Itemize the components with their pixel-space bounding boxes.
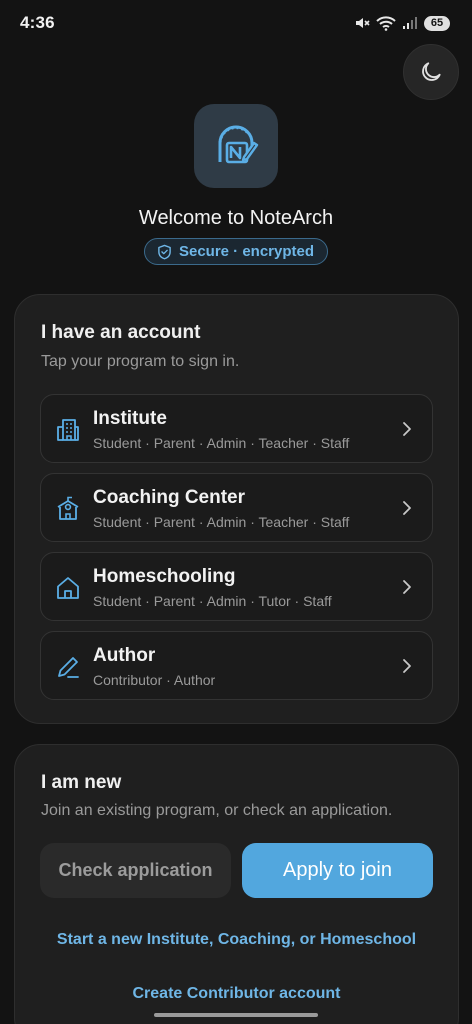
mute-icon	[356, 18, 370, 28]
program-item-institute[interactable]: Institute Student · Parent · Admin · Tea…	[40, 394, 433, 463]
home-icon	[57, 577, 79, 599]
apply-to-join-button[interactable]: Apply to join	[242, 843, 433, 898]
secure-badge-label: Secure · encrypted	[178, 243, 315, 260]
program-item-author[interactable]: Author Contributor · Author	[40, 631, 433, 700]
create-contributor-link[interactable]: Create Contributor account	[15, 985, 458, 1003]
chevron-right-icon	[403, 501, 411, 515]
program-name: Coaching Center	[93, 487, 246, 508]
program-item-homeschooling[interactable]: Homeschooling Student · Parent · Admin ·…	[40, 552, 433, 621]
account-card: I have an account Tap your program to si…	[14, 294, 459, 724]
screen: 4:36 65 Welcome to NoteArch Secure · enc…	[0, 0, 472, 1024]
program-name: Author	[93, 645, 156, 666]
program-name: Homeschooling	[93, 566, 236, 587]
app-logo	[194, 104, 278, 188]
program-roles: Student · Parent · Admin · Tutor · Staff	[93, 593, 332, 609]
pen-icon	[58, 657, 79, 678]
program-item-coaching-center[interactable]: Coaching Center Student · Parent · Admin…	[40, 473, 433, 542]
program-roles: Contributor · Author	[93, 672, 216, 688]
building-icon	[57, 419, 79, 441]
program-roles: Student · Parent · Admin · Teacher · Sta…	[93, 514, 350, 530]
new-user-card: I am new Join an existing program, or ch…	[14, 744, 459, 1024]
secure-badge: Secure · encrypted	[143, 238, 329, 265]
check-application-button[interactable]: Check application	[40, 843, 231, 898]
action-buttons: Check application Apply to join	[40, 843, 433, 898]
new-section-subtitle: Join an existing program, or check an ap…	[41, 802, 393, 819]
account-section-title: I have an account	[41, 322, 201, 343]
moon-icon	[422, 62, 441, 81]
program-name: Institute	[93, 408, 167, 429]
signal-icon	[403, 17, 417, 29]
start-new-program-link[interactable]: Start a new Institute, Coaching, or Home…	[15, 931, 458, 949]
chevron-right-icon	[403, 659, 411, 673]
program-roles: Student · Parent · Admin · Teacher · Sta…	[93, 435, 350, 451]
battery-indicator: 65	[424, 15, 450, 31]
status-time: 4:36	[20, 13, 55, 32]
home-indicator[interactable]	[154, 1013, 318, 1017]
shield-check-icon	[158, 244, 171, 259]
chevron-right-icon	[403, 422, 411, 436]
status-bar: 4:36 65	[0, 0, 472, 46]
account-section-subtitle: Tap your program to sign in.	[41, 353, 240, 370]
school-icon	[57, 496, 79, 520]
wifi-icon	[376, 16, 396, 31]
notearch-logo-icon	[218, 125, 259, 164]
chevron-right-icon	[403, 580, 411, 594]
theme-toggle-button[interactable]	[403, 44, 459, 100]
new-section-title: I am new	[41, 772, 122, 793]
welcome-title: Welcome to NoteArch	[138, 207, 334, 229]
status-icons: 65	[354, 15, 450, 31]
secure-badge-wrap: Secure · encrypted	[0, 238, 472, 265]
